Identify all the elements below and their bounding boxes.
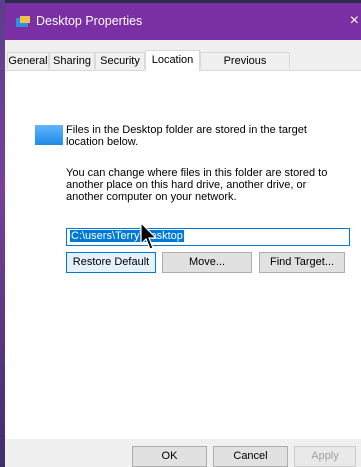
tab-previous-versions[interactable]: Previous Versions (200, 52, 290, 84)
tab-location[interactable]: Location (145, 50, 200, 71)
location-help-text: You can change where files in this folde… (66, 167, 328, 203)
close-icon[interactable]: × (350, 12, 359, 30)
mouse-pointer-icon (140, 221, 162, 255)
location-panel: Files in the Desktop folder are stored i… (5, 70, 361, 439)
title-bar-top-stripe (5, 0, 361, 3)
ok-button[interactable]: OK (132, 446, 207, 467)
restore-default-button[interactable]: Restore Default (66, 252, 156, 273)
target-path-value: C:\users\Terry\Desktop (70, 230, 184, 242)
tab-sharing[interactable]: Sharing (49, 52, 95, 69)
apply-button[interactable]: Apply (294, 446, 356, 467)
title-bar[interactable]: Desktop Properties × (5, 0, 361, 40)
folder-icon (35, 125, 63, 145)
move-button[interactable]: Move... (162, 252, 252, 273)
folder-properties-icon (16, 16, 30, 27)
location-info-text: Files in the Desktop folder are stored i… (66, 124, 307, 148)
properties-dialog: General Sharing Security Location Previo… (5, 40, 361, 467)
tab-security[interactable]: Security (95, 52, 145, 69)
find-target-button[interactable]: Find Target... (259, 252, 345, 273)
window-title: Desktop Properties (36, 14, 143, 28)
tab-general[interactable]: General (7, 52, 49, 69)
tab-strip: General Sharing Security Location Previo… (5, 50, 361, 84)
cancel-button[interactable]: Cancel (213, 446, 288, 467)
target-path-input[interactable]: C:\users\Terry\Desktop (66, 228, 350, 246)
